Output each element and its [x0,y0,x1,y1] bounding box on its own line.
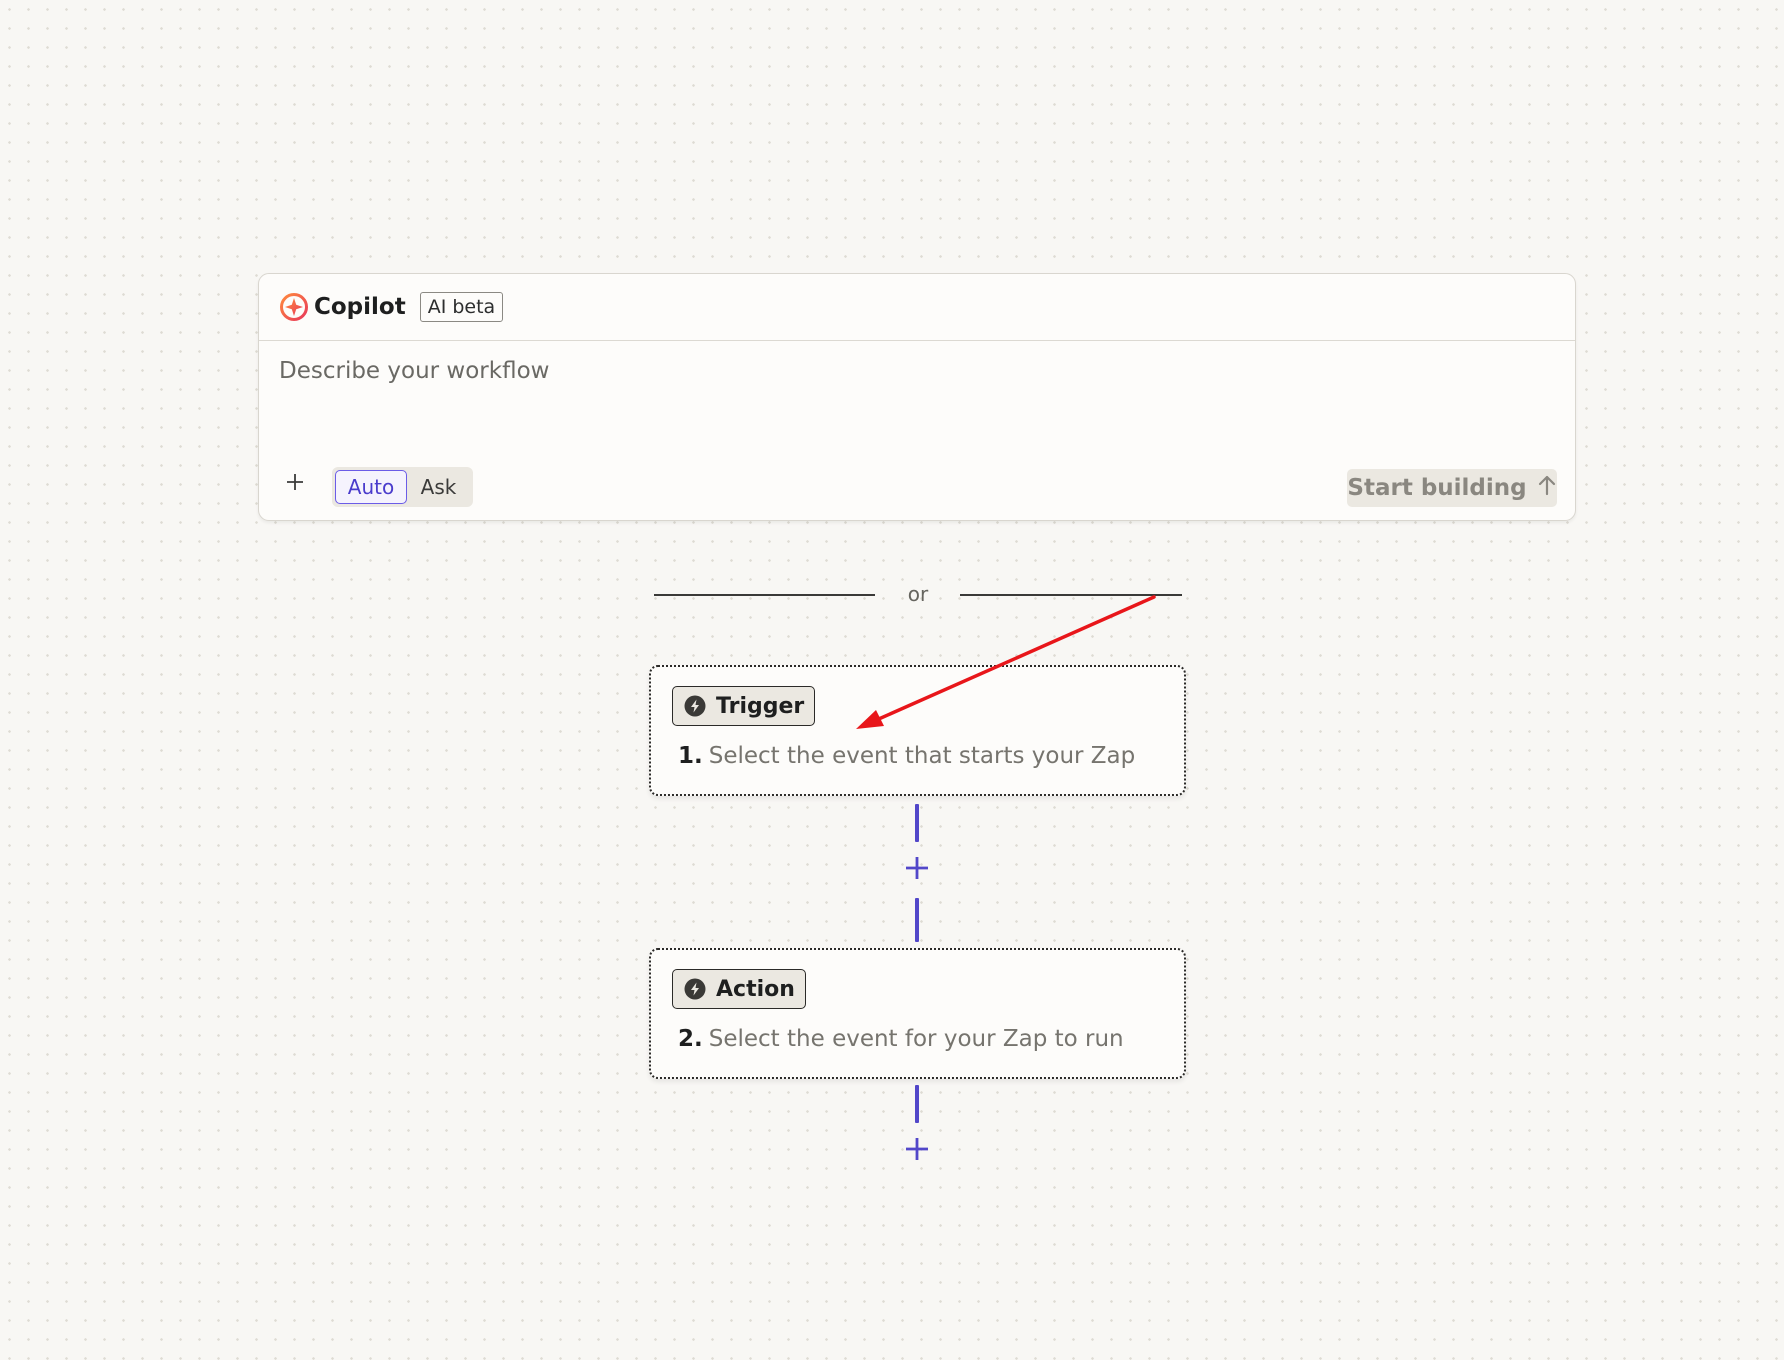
plus-icon [285,472,305,496]
step-connector-end [915,1085,919,1123]
step-connector-bottom [915,898,919,942]
trigger-step-card[interactable]: Trigger 1. Select the event that starts y… [649,665,1186,796]
mode-toggle: Auto Ask [332,467,473,507]
attach-button[interactable] [281,470,309,498]
bolt-icon [684,978,706,1000]
action-badge-label: Action [716,976,795,1002]
mode-auto-button[interactable]: Auto [335,470,407,504]
start-building-label: Start building [1347,475,1527,501]
copilot-title: Copilot [314,294,406,320]
trigger-description-text: Select the event that starts your Zap [708,743,1136,769]
copilot-panel: Copilot AI beta Auto Ask Start building [258,273,1576,521]
copilot-header: Copilot AI beta [259,274,1575,341]
mode-ask-button[interactable]: Ask [407,470,470,504]
action-step-number: 2. [678,1026,703,1052]
trigger-badge: Trigger [672,686,816,726]
add-step-button-middle[interactable] [903,856,931,884]
trigger-badge-label: Trigger [716,693,805,719]
trigger-step-number: 1. [678,743,703,769]
add-step-button-end[interactable] [903,1137,931,1165]
divider-line-right [960,594,1182,596]
ai-beta-badge: AI beta [419,292,504,322]
action-description: 2. Select the event for your Zap to run [678,1026,1124,1052]
action-description-text: Select the event for your Zap to run [708,1026,1124,1052]
divider-line-left [654,594,875,596]
start-building-button[interactable]: Start building [1347,469,1557,507]
trigger-description: 1. Select the event that starts your Zap [678,743,1135,769]
copilot-logo-icon [279,292,309,322]
plus-icon [904,1136,930,1166]
step-connector-top [915,804,919,842]
action-step-card[interactable]: Action 2. Select the event for your Zap t… [649,948,1186,1079]
workflow-description-input[interactable] [279,358,1379,384]
plus-icon [904,855,930,885]
action-badge: Action [672,969,806,1009]
bolt-icon [684,695,706,717]
arrow-up-icon [1537,474,1557,502]
divider-or-text: or [907,582,929,606]
